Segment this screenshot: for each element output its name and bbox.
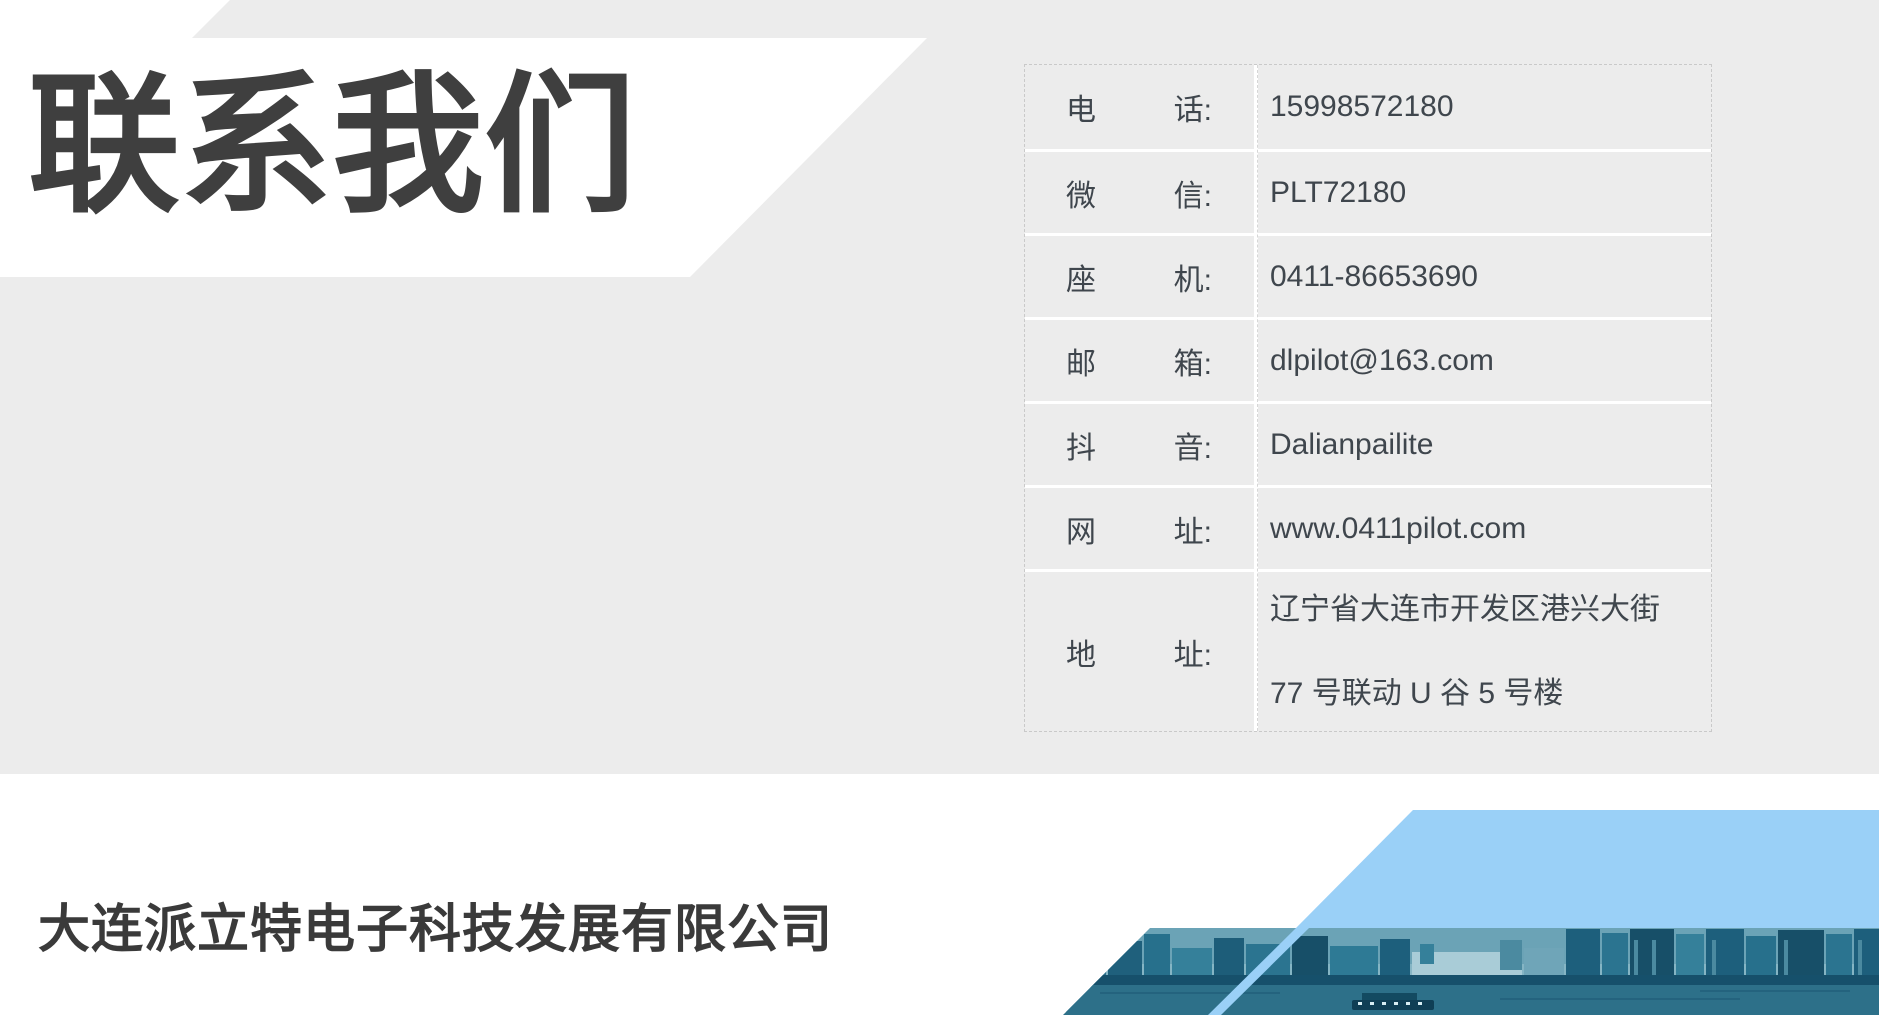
address-value: 辽宁省大连市开发区港兴大街 77 号联动 U 谷 5 号楼 [1254, 572, 1711, 731]
row-label-colon: 音: [1174, 423, 1212, 467]
phone-value: 15998572180 [1254, 65, 1711, 149]
blue-parallelogram [1296, 810, 1879, 928]
email-value: dlpilot@163.com [1254, 320, 1711, 401]
table-row-address: 地 址: 辽宁省大连市开发区港兴大街 77 号联动 U 谷 5 号楼 [1025, 569, 1711, 731]
row-label: 邮 [1066, 339, 1096, 383]
row-label-colon: 址: [1174, 507, 1212, 551]
address-line-1: 辽宁省大连市开发区港兴大街 [1270, 568, 1660, 652]
table-row-phone: 电 话: 15998572180 [1025, 65, 1711, 149]
wechat-value: PLT72180 [1254, 152, 1711, 233]
company-name: 大连派立特电子科技发展有限公司 [38, 899, 833, 961]
row-label: 地 [1066, 630, 1096, 674]
table-row-email: 邮 箱: dlpilot@163.com [1025, 317, 1711, 401]
row-label: 网 [1066, 507, 1096, 551]
row-label: 座 [1066, 255, 1096, 299]
cityscape-photo [1063, 928, 1879, 1015]
table-row-douyin: 抖 音: Dalianpailite [1025, 401, 1711, 485]
row-label-colon: 机: [1174, 255, 1212, 299]
table-row-landline: 座 机: 0411-86653690 [1025, 233, 1711, 317]
row-label-colon: 箱: [1174, 339, 1212, 383]
website-value: www.0411pilot.com [1254, 488, 1711, 569]
row-label-colon: 址: [1174, 630, 1212, 674]
row-label: 微 [1066, 171, 1096, 215]
address-line-2: 77 号联动 U 谷 5 号楼 [1270, 652, 1563, 736]
douyin-value: Dalianpailite [1254, 404, 1711, 485]
contact-table: 电 话: 15998572180 微 信: PLT72180 座 机: 0411… [1024, 64, 1712, 732]
row-label-colon: 信: [1174, 171, 1212, 215]
row-label: 抖 [1066, 423, 1096, 467]
row-label-colon: 话: [1174, 85, 1212, 129]
table-row-wechat: 微 信: PLT72180 [1025, 149, 1711, 233]
table-row-website: 网 址: www.0411pilot.com [1025, 485, 1711, 569]
row-label: 电 [1066, 85, 1096, 129]
contact-slide: 联系我们 [0, 0, 1879, 1015]
table-column-divider [1254, 65, 1258, 731]
landline-value: 0411-86653690 [1254, 236, 1711, 317]
